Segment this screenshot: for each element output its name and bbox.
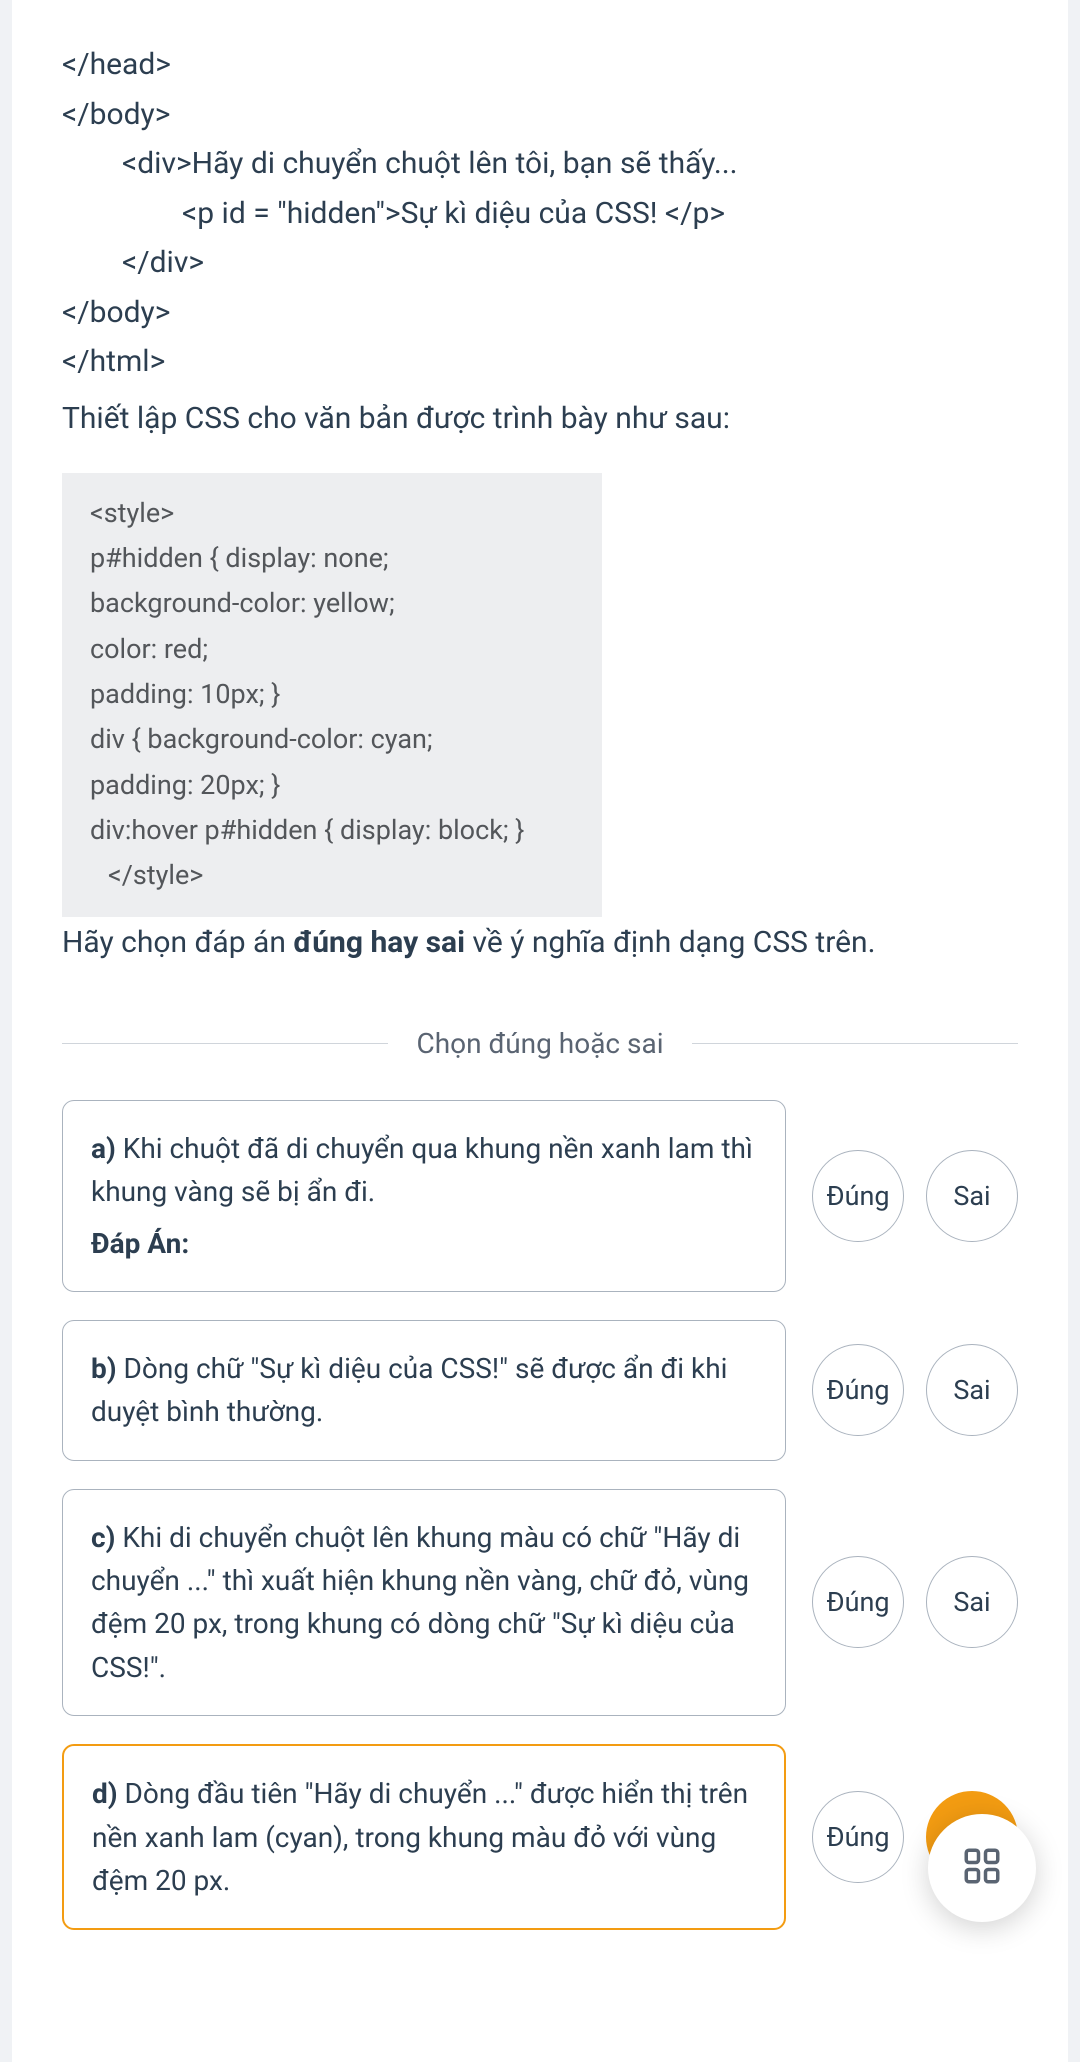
true-button-c[interactable]: Đúng (812, 1556, 904, 1648)
question-label: d) (92, 1777, 118, 1810)
question-box-c[interactable]: c) Khi di chuyển chuột lên khung màu có … (62, 1489, 786, 1717)
question-label: a) (91, 1132, 116, 1165)
answer-label: Đáp Án: (91, 1222, 757, 1265)
css-code-block: <style> p#hidden { display: none; backgr… (62, 473, 602, 917)
code-line: </div> (62, 238, 1018, 288)
question-row-d: d) Dòng đầu tiên "Hãy di chuyển ..." đượ… (62, 1744, 1018, 1930)
instruction-text: Hãy chọn đáp án đúng hay sai về ý nghĩa … (62, 919, 1018, 967)
divider-line (62, 1043, 388, 1044)
true-button-d[interactable]: Đúng (812, 1791, 904, 1883)
grid-icon (961, 1845, 1003, 1891)
divider-line (692, 1043, 1018, 1044)
code-line: </html> (62, 337, 1018, 387)
question-row-a: a) Khi chuột đã di chuyển qua khung nền … (62, 1100, 1018, 1292)
question-text: Khi di chuyển chuột lên khung màu có chữ… (91, 1521, 749, 1684)
false-button-a[interactable]: Sai (926, 1150, 1018, 1242)
false-button-c[interactable]: Sai (926, 1556, 1018, 1648)
question-text: Dòng đầu tiên "Hãy di chuyển ..." được h… (92, 1777, 748, 1897)
question-box-a[interactable]: a) Khi chuột đã di chuyển qua khung nền … (62, 1100, 786, 1292)
code-line: </style> (90, 853, 574, 898)
instruction-suffix: về ý nghĩa định dạng CSS trên. (465, 925, 875, 960)
code-line: <div>Hãy di chuyển chuột lên tôi, bạn sẽ… (62, 139, 1018, 189)
answer-buttons: Đúng Sai (812, 1344, 1018, 1436)
code-line: div:hover p#hidden { display: block; } (90, 808, 574, 853)
code-line: <p id = "hidden">Sự kì diệu của CSS! </p… (62, 189, 1018, 239)
grid-menu-fab[interactable] (928, 1814, 1036, 1922)
answer-buttons: Đúng Sai (812, 1556, 1018, 1648)
content-card: </head> </body> <div>Hãy di chuyển chuột… (12, 0, 1068, 2062)
code-line: p#hidden { display: none; (90, 536, 574, 581)
question-label: c) (91, 1521, 115, 1554)
question-row-b: b) Dòng chữ "Sự kì diệu của CSS!" sẽ đượ… (62, 1320, 1018, 1461)
html-code-block: </head> </body> <div>Hãy di chuyển chuột… (62, 40, 1018, 387)
question-text: Khi chuột đã di chuyển qua khung nền xan… (91, 1132, 753, 1208)
description-text: Thiết lập CSS cho văn bản được trình bày… (62, 395, 1018, 443)
question-box-d[interactable]: d) Dòng đầu tiên "Hãy di chuyển ..." đượ… (62, 1744, 786, 1930)
code-line: padding: 20px; } (90, 763, 574, 808)
code-line: padding: 10px; } (90, 672, 574, 717)
code-line: <style> (90, 491, 574, 536)
code-line: color: red; (90, 627, 574, 672)
true-button-a[interactable]: Đúng (812, 1150, 904, 1242)
code-line: </body> (62, 90, 1018, 140)
question-label: b) (91, 1352, 117, 1385)
question-box-b[interactable]: b) Dòng chữ "Sự kì diệu của CSS!" sẽ đượ… (62, 1320, 786, 1461)
question-text: Dòng chữ "Sự kì diệu của CSS!" sẽ được ẩ… (91, 1352, 727, 1428)
code-line: </body> (62, 288, 1018, 338)
instruction-prefix: Hãy chọn đáp án (62, 925, 293, 960)
section-divider: Chọn đúng hoặc sai (12, 1027, 1068, 1060)
code-line: div { background-color: cyan; (90, 717, 574, 762)
code-line: background-color: yellow; (90, 581, 574, 626)
code-line: </head> (62, 40, 1018, 90)
true-button-b[interactable]: Đúng (812, 1344, 904, 1436)
divider-label: Chọn đúng hoặc sai (388, 1027, 691, 1060)
instruction-bold: đúng hay sai (293, 925, 465, 960)
question-row-c: c) Khi di chuyển chuột lên khung màu có … (62, 1489, 1018, 1717)
answer-buttons: Đúng Sai (812, 1150, 1018, 1242)
false-button-b[interactable]: Sai (926, 1344, 1018, 1436)
